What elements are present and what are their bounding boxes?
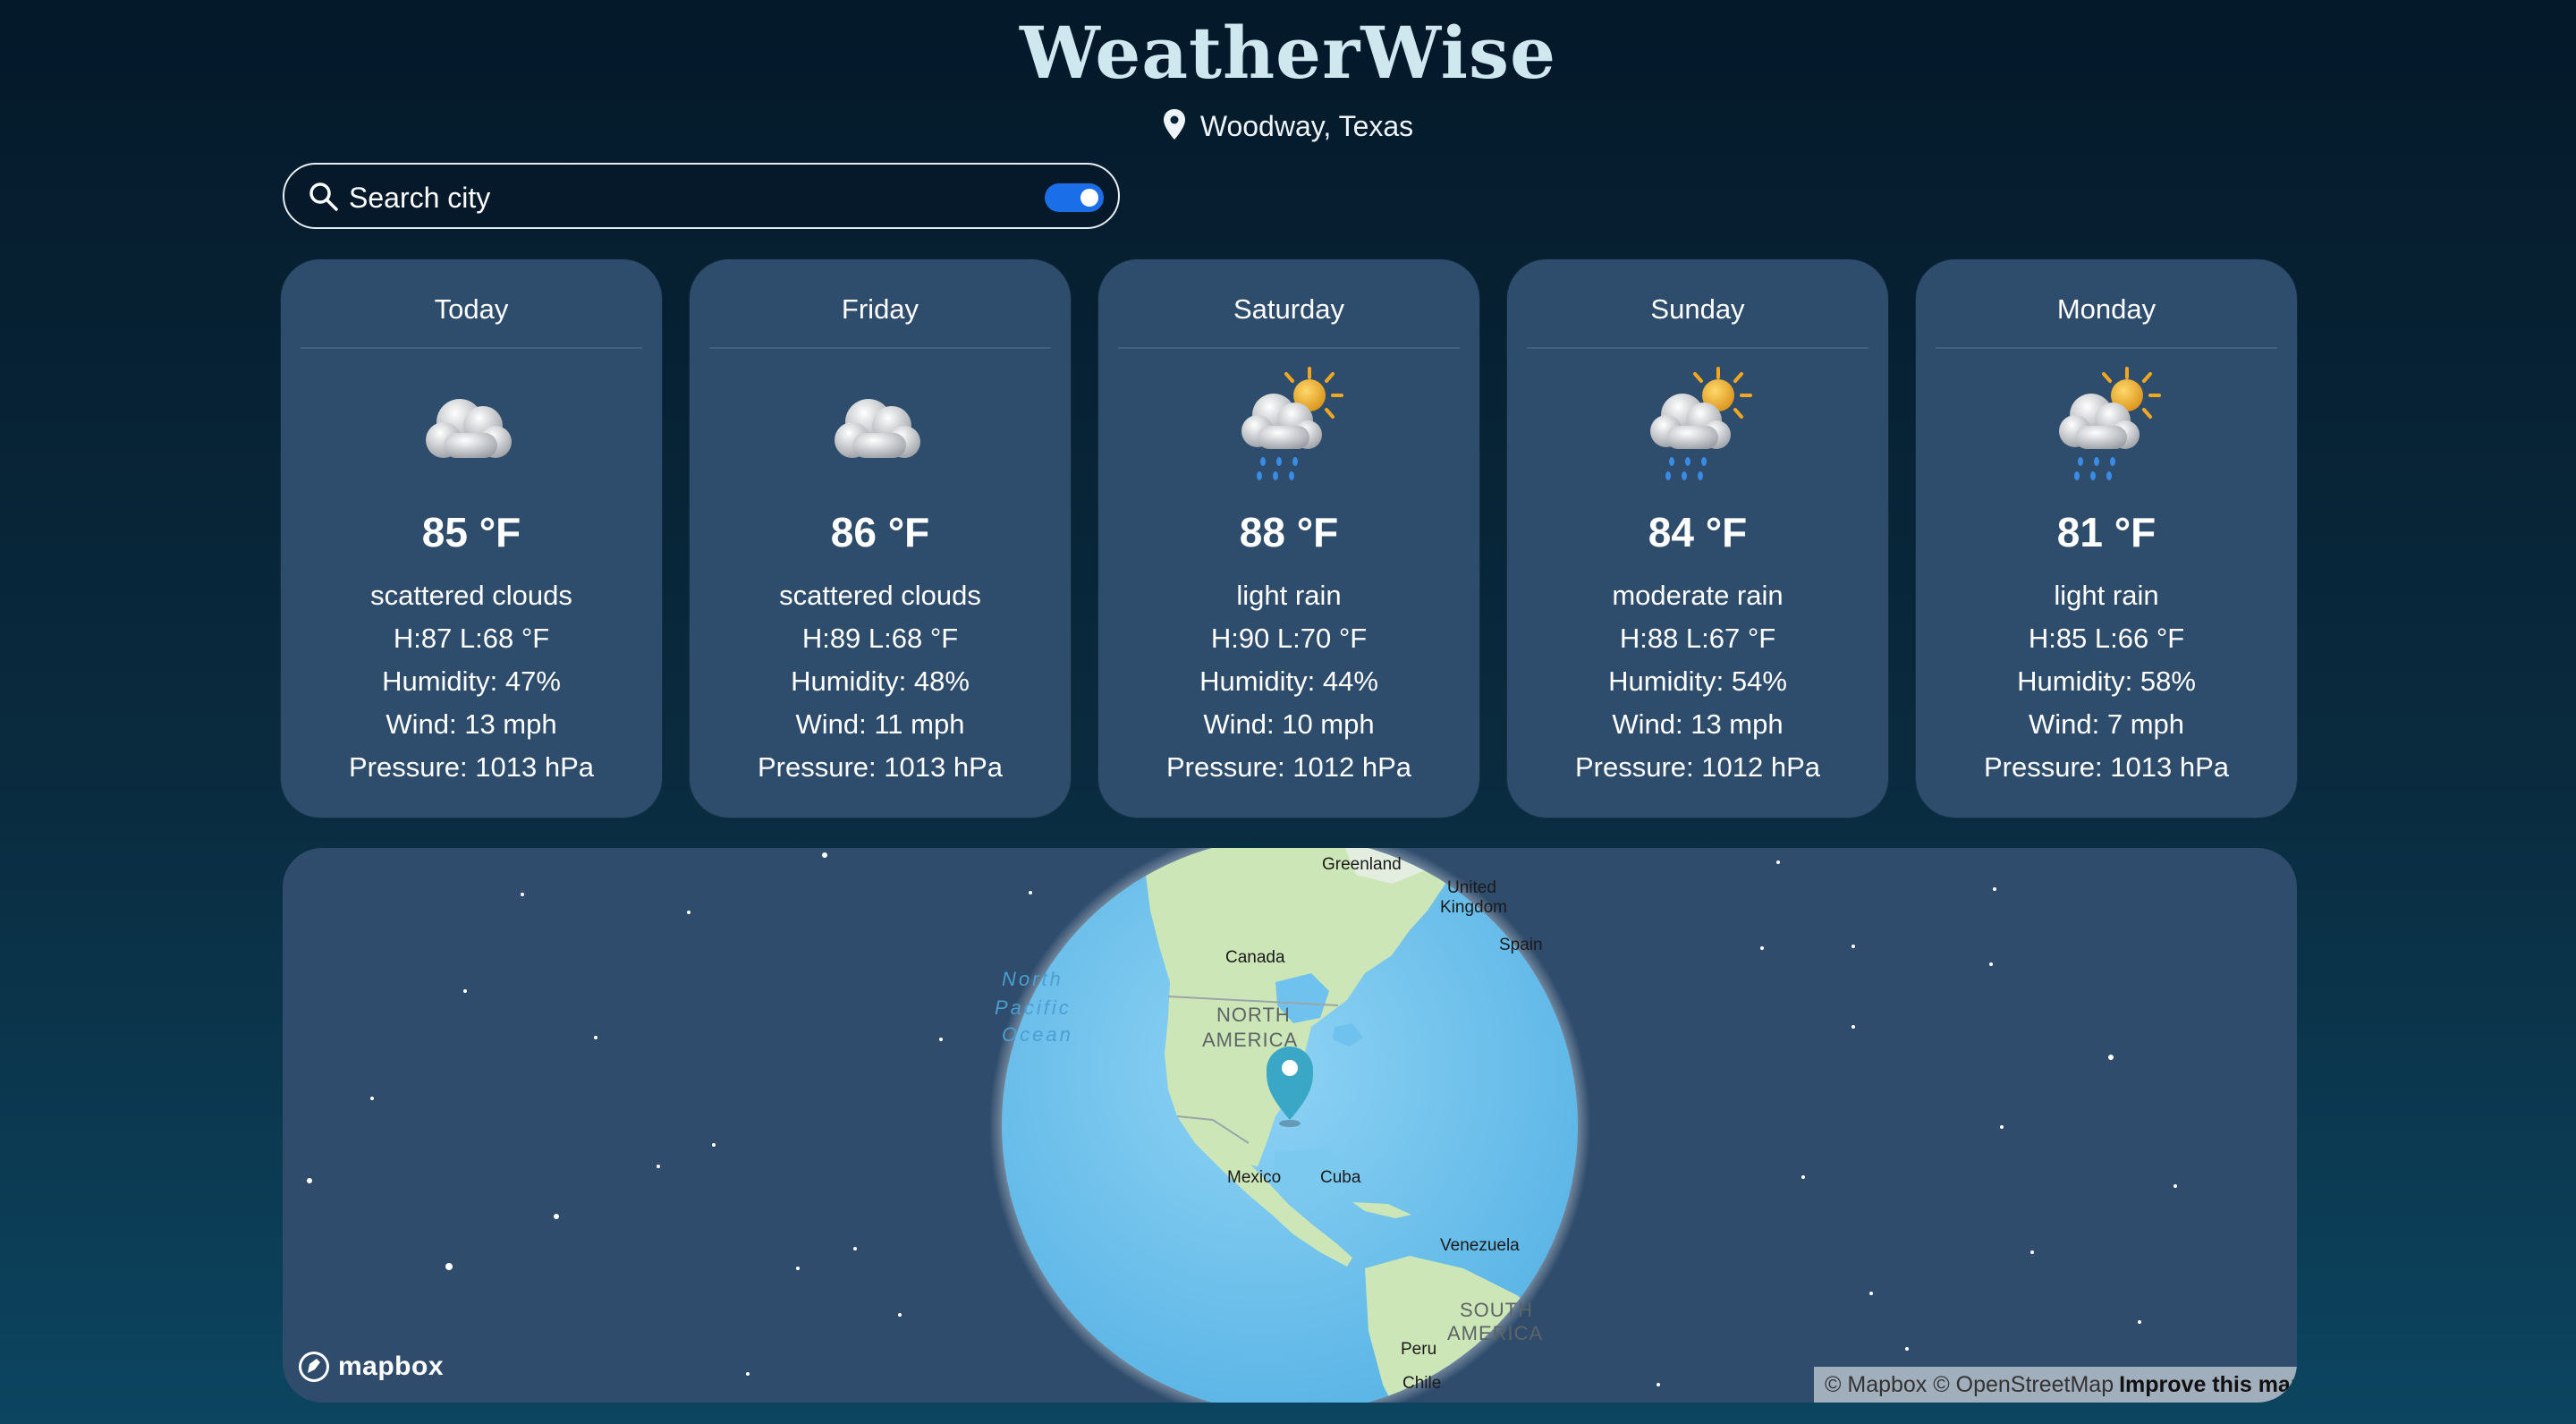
card-humidity: Humidity: 48% — [791, 665, 970, 697]
mapbox-logo-text: mapbox — [338, 1352, 445, 1381]
map-label-peru: Peru — [1401, 1340, 1436, 1359]
search-bar — [283, 163, 1120, 229]
card-day: Today — [434, 293, 509, 325]
sun-rain-icon — [1650, 367, 1752, 480]
map-attribution: © Mapbox © OpenStreetMap Improve this map — [1814, 1367, 2297, 1403]
card-temperature: 88 °F — [1239, 509, 1339, 555]
map-label-ocean-2: Pacific — [995, 996, 1072, 1019]
card-humidity: Humidity: 44% — [1199, 665, 1378, 697]
card-wind: Wind: 13 mph — [1612, 708, 1784, 740]
units-toggle[interactable] — [1045, 183, 1104, 212]
map-label-sa-2: AMERICA — [1447, 1322, 1543, 1344]
attribution-text: © Mapbox © OpenStreetMap — [1825, 1372, 2114, 1397]
card-temperature: 86 °F — [830, 509, 930, 555]
card-divider — [709, 347, 1051, 349]
card-temperature: 81 °F — [2056, 509, 2157, 555]
forecast-card-saturday: Saturday 88 °F light rain H:90 L:70 °F H… — [1098, 259, 1479, 818]
sun-rain-icon — [2059, 367, 2161, 480]
app-title: WeatherWise — [1020, 11, 1556, 95]
card-high-low: H:85 L:66 °F — [2028, 623, 2185, 654]
card-condition: scattered clouds — [779, 580, 981, 611]
card-pressure: Pressure: 1012 hPa — [1165, 751, 1411, 783]
globe-map[interactable]: Greenland United Kingdom Spain Canada Cu… — [283, 848, 2297, 1403]
card-wind: Wind: 7 mph — [2028, 708, 2184, 740]
card-temperature: 85 °F — [421, 509, 521, 555]
globe-map-canvas[interactable]: Greenland United Kingdom Spain Canada Cu… — [283, 848, 2297, 1403]
card-condition: moderate rain — [1612, 580, 1784, 611]
card-pressure: Pressure: 1013 hPa — [757, 751, 1003, 783]
card-day: Monday — [2056, 293, 2157, 325]
card-day: Friday — [841, 293, 919, 325]
map-label-sa-1: SOUTH — [1460, 1299, 1533, 1321]
card-pressure: Pressure: 1013 hPa — [1983, 751, 2229, 783]
map-label-uk-2: Kingdom — [1440, 898, 1507, 917]
map-label-venezuela: Venezuela — [1440, 1236, 1520, 1255]
card-high-low: H:87 L:68 °F — [393, 623, 550, 654]
map-label-spain: Spain — [1499, 936, 1543, 954]
mapbox-logo[interactable]: mapbox — [297, 1349, 444, 1385]
map-label-cuba: Cuba — [1320, 1168, 1361, 1187]
map-label-chile: Chile — [1402, 1374, 1441, 1393]
card-divider — [1936, 347, 2277, 349]
map-label-uk-1: United — [1447, 878, 1496, 897]
card-condition: light rain — [1236, 580, 1342, 611]
forecast-card-sunday: Sunday 84 °F moderate rain H:88 L:67 °F … — [1507, 259, 1888, 818]
sun-rain-icon — [1241, 367, 1343, 480]
location-label: Woodway, Texas — [1199, 110, 1414, 142]
mapbox-logo-icon — [299, 1352, 329, 1382]
forecast-card-monday: Monday 81 °F light rain H:85 L:66 °F Hum… — [1916, 259, 2297, 818]
card-high-low: H:90 L:70 °F — [1210, 623, 1368, 654]
improve-map-link[interactable]: Improve this map — [2119, 1372, 2297, 1397]
map-label-na-1: NORTH — [1216, 1004, 1291, 1026]
card-divider — [301, 347, 642, 349]
card-humidity: Humidity: 58% — [2017, 665, 2196, 697]
card-divider — [1118, 347, 1460, 349]
card-condition: scattered clouds — [370, 580, 572, 611]
map-label-ocean-1: North — [1002, 968, 1063, 990]
current-location: Woodway, Texas — [0, 109, 2576, 143]
card-pressure: Pressure: 1012 hPa — [1574, 751, 1820, 783]
card-temperature: 84 °F — [1648, 509, 1748, 555]
card-high-low: H:88 L:67 °F — [1619, 623, 1776, 654]
forecast-card-today: Today 85 °F scattered clouds H:87 L:68 °… — [281, 259, 662, 818]
card-wind: Wind: 13 mph — [386, 708, 557, 740]
cloud-icon — [426, 399, 512, 458]
cloud-icon — [835, 399, 920, 458]
card-high-low: H:89 L:68 °F — [801, 623, 959, 654]
map-label-mexico: Mexico — [1227, 1168, 1281, 1187]
card-pressure: Pressure: 1013 hPa — [348, 751, 594, 783]
search-input[interactable] — [347, 177, 995, 218]
card-day: Sunday — [1650, 293, 1745, 325]
map-label-ocean-3: Ocean — [1002, 1023, 1073, 1046]
card-wind: Wind: 11 mph — [795, 708, 965, 740]
card-wind: Wind: 10 mph — [1203, 708, 1375, 740]
card-divider — [1527, 347, 1868, 349]
map-label-greenland: Greenland — [1322, 855, 1402, 874]
card-humidity: Humidity: 47% — [382, 665, 561, 697]
location-pin-icon — [1163, 109, 1185, 140]
forecast-cards: Today 85 °F scattered clouds H:87 L:68 °… — [281, 259, 2297, 818]
ocean-labels: North Pacific Ocean — [995, 968, 1073, 1046]
card-condition: light rain — [2054, 580, 2159, 611]
card-day: Saturday — [1233, 293, 1345, 325]
card-humidity: Humidity: 54% — [1608, 665, 1787, 697]
search-icon — [309, 182, 338, 211]
forecast-card-friday: Friday 86 °F scattered clouds H:89 L:68 … — [690, 259, 1071, 818]
toggle-knob — [1080, 189, 1098, 207]
map-label-canada: Canada — [1225, 948, 1285, 967]
